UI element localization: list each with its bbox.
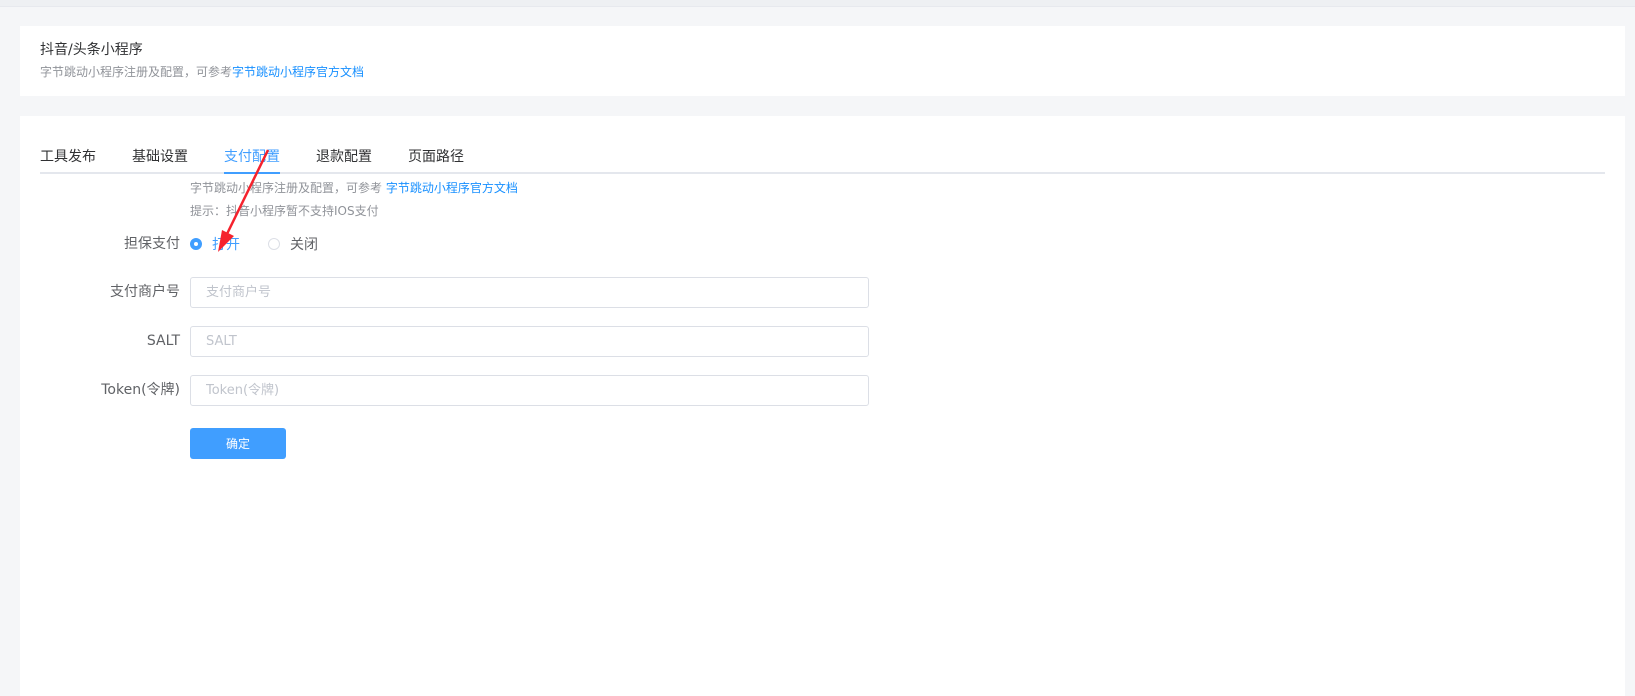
- token-label: Token(令牌): [101, 382, 180, 398]
- tab-refund-config[interactable]: 退款配置: [316, 142, 372, 172]
- intro-doc-link[interactable]: 字节跳动小程序官方文档: [386, 181, 518, 195]
- radio-guarantee-off[interactable]: 关闭: [268, 234, 318, 254]
- tab-page-path[interactable]: 页面路径: [408, 142, 464, 172]
- token-input[interactable]: [190, 375, 869, 406]
- confirm-button[interactable]: 确定: [190, 428, 286, 459]
- top-bar: [0, 0, 1635, 7]
- tab-basic-settings[interactable]: 基础设置: [132, 142, 188, 172]
- ios-tip: 提示：抖音小程序暂不支持IOS支付: [190, 204, 379, 218]
- intro-note: 字节跳动小程序注册及配置，可参考 字节跳动小程序官方文档: [190, 179, 518, 197]
- main-card: 工具发布 基础设置 支付配置 退款配置 页面路径 字节跳动小程序注册及配置，可参…: [20, 116, 1625, 696]
- official-doc-link[interactable]: 字节跳动小程序官方文档: [232, 65, 364, 79]
- page-description: 字节跳动小程序注册及配置，可参考字节跳动小程序官方文档: [40, 63, 364, 81]
- radio-off-circle[interactable]: [268, 238, 280, 250]
- radio-on-circle[interactable]: [190, 238, 202, 250]
- guarantee-pay-label: 担保支付: [124, 236, 180, 252]
- header-card: 抖音/头条小程序 字节跳动小程序注册及配置，可参考字节跳动小程序官方文档: [20, 26, 1625, 96]
- tab-tool-release[interactable]: 工具发布: [40, 142, 96, 172]
- page-title: 抖音/头条小程序: [40, 42, 143, 58]
- active-tab-indicator: [224, 172, 280, 174]
- radio-on-label[interactable]: 打开: [212, 234, 240, 254]
- intro-note-text: 字节跳动小程序注册及配置，可参考: [190, 181, 386, 195]
- merchant-id-input[interactable]: [190, 277, 869, 308]
- radio-off-label[interactable]: 关闭: [290, 234, 318, 254]
- page-description-text: 字节跳动小程序注册及配置，可参考: [40, 65, 233, 79]
- tab-bar: 工具发布 基础设置 支付配置 退款配置 页面路径: [40, 142, 1605, 174]
- merchant-id-label: 支付商户号: [110, 284, 180, 300]
- salt-label: SALT: [146, 333, 180, 349]
- tab-payment-config[interactable]: 支付配置: [224, 142, 280, 172]
- radio-guarantee-on[interactable]: 打开: [190, 234, 240, 254]
- salt-input[interactable]: [190, 326, 869, 357]
